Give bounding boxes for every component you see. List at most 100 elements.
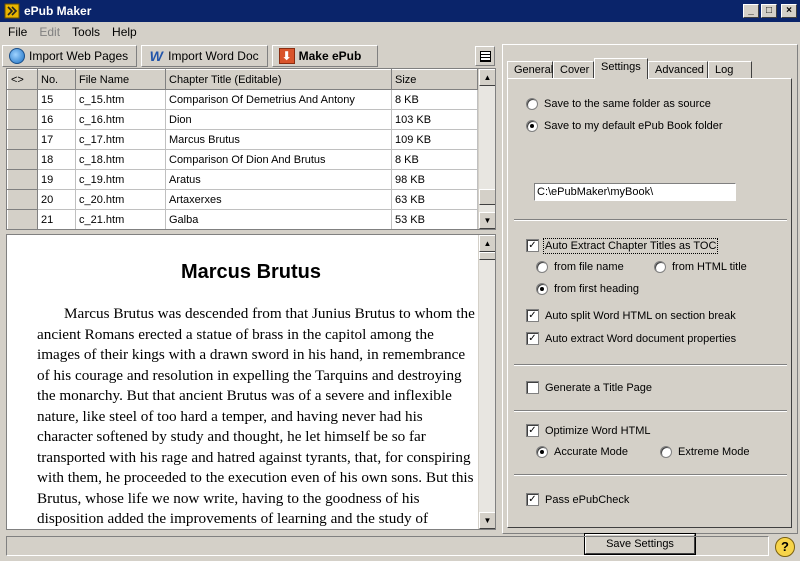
toggle-panel-button[interactable] (475, 46, 495, 66)
status-panel (6, 536, 769, 556)
checkbox-auto-split[interactable]: ✓ (526, 309, 539, 322)
auto-split-option[interactable]: ✓ Auto split Word HTML on section break (526, 309, 736, 322)
radio-extreme[interactable] (660, 446, 672, 458)
tab-log[interactable]: Log (708, 61, 752, 79)
menu-help[interactable]: Help (106, 25, 143, 39)
window-title: ePub Maker (24, 4, 92, 18)
radio-save-same[interactable] (526, 98, 538, 110)
cell-file: c_15.htm (75, 89, 166, 110)
table-row[interactable]: 20 c_20.htm Artaxerxes 63 KB (7, 189, 478, 210)
radio-from-html[interactable] (654, 261, 666, 273)
tab-general[interactable]: General (507, 61, 553, 79)
col-header-size[interactable]: Size (391, 69, 478, 90)
preview-scrollbar[interactable]: ▲ ▼ (478, 235, 495, 529)
cell-file: c_19.htm (75, 169, 166, 190)
optimize-word-html-option[interactable]: ✓ Optimize Word HTML (526, 424, 651, 437)
table-row[interactable]: 15 c_15.htm Comparison Of Demetrius And An… (7, 89, 478, 110)
menu-edit[interactable]: Edit (33, 25, 66, 39)
col-header-chapter-title[interactable]: Chapter Title (Editable) (165, 69, 392, 90)
cell-no: 18 (37, 149, 76, 170)
cell-title[interactable]: Comparison Of Dion And Brutus (165, 149, 392, 170)
auto-extract-toc-option[interactable]: ✓ Auto Extract Chapter Titles as TOC (526, 237, 719, 254)
col-header-no[interactable]: No. (37, 69, 76, 90)
save-same-folder-option[interactable]: Save to the same folder as source (526, 98, 711, 110)
import-web-label: Import Web Pages (29, 49, 129, 63)
checkbox-auto-extract[interactable]: ✓ (526, 239, 539, 252)
checkbox-epubcheck[interactable]: ✓ (526, 493, 539, 506)
from-first-heading-option[interactable]: from first heading (536, 283, 639, 295)
checkbox-optimize[interactable]: ✓ (526, 424, 539, 437)
cell-no: 17 (37, 129, 76, 150)
minimize-icon[interactable]: _ (743, 4, 759, 18)
row-indicator[interactable] (7, 189, 38, 210)
row-indicator[interactable] (7, 149, 38, 170)
import-word-label: Import Word Doc (168, 49, 259, 63)
accurate-mode-option[interactable]: Accurate Mode (536, 446, 628, 458)
radio-accurate[interactable] (536, 446, 548, 458)
table-row[interactable]: 16 c_16.htm Dion 103 KB (7, 109, 478, 130)
tab-cover[interactable]: Cover (553, 61, 594, 79)
preview-scroll-thumb[interactable] (479, 252, 495, 260)
cell-title[interactable]: Aratus (165, 169, 392, 190)
cell-no: 15 (37, 89, 76, 110)
help-icon[interactable]: ? (775, 537, 795, 557)
tab-advanced[interactable]: Advanced (648, 61, 708, 79)
cell-title[interactable]: Comparison Of Demetrius And Antony (165, 89, 392, 110)
scroll-up-icon[interactable]: ▲ (479, 235, 495, 252)
extreme-mode-option[interactable]: Extreme Mode (660, 446, 750, 458)
row-indicator[interactable] (7, 89, 38, 110)
row-indicator[interactable] (7, 129, 38, 150)
from-html-title-option[interactable]: from HTML title (654, 261, 747, 273)
radio-save-default[interactable] (526, 120, 538, 132)
chapter-preview: Marcus Brutus Marcus Brutus was descende… (6, 234, 496, 530)
settings-panel: General Cover Settings Advanced Log Save… (502, 44, 798, 554)
grid-scrollbar[interactable]: ▲ ▼ (478, 69, 495, 229)
grid-scroll-thumb[interactable] (479, 189, 495, 205)
preview-heading: Marcus Brutus (180, 261, 322, 283)
folder-path-input[interactable]: C:\ePubMaker\myBook\ (534, 183, 736, 201)
checkbox-auto-props[interactable]: ✓ (526, 332, 539, 345)
cell-size: 103 KB (391, 109, 478, 130)
cell-no: 19 (37, 169, 76, 190)
generate-title-page-option[interactable]: Generate a Title Page (526, 381, 652, 394)
cell-title[interactable]: Dion (165, 109, 392, 130)
maximize-icon[interactable]: □ (761, 4, 777, 18)
pass-epubcheck-option[interactable]: ✓ Pass ePubCheck (526, 493, 629, 506)
cell-size: 8 KB (391, 149, 478, 170)
cell-size: 63 KB (391, 189, 478, 210)
col-header-indicator[interactable]: <> (7, 69, 38, 90)
radio-from-heading[interactable] (536, 283, 548, 295)
radio-from-file[interactable] (536, 261, 548, 273)
cell-file: c_18.htm (75, 149, 166, 170)
menu-file[interactable]: File (2, 25, 33, 39)
tab-settings[interactable]: Settings (594, 58, 648, 79)
table-row[interactable]: 21 c_21.htm Galba 53 KB (7, 209, 478, 229)
row-indicator[interactable] (7, 109, 38, 130)
row-indicator[interactable] (7, 209, 38, 229)
col-header-file-name[interactable]: File Name (75, 69, 166, 90)
checkbox-title-page[interactable] (526, 381, 539, 394)
table-row[interactable]: 17 c_17.htm Marcus Brutus 109 KB (7, 129, 478, 150)
tab-strip: General Cover Settings Advanced Log (507, 58, 752, 79)
cell-no: 20 (37, 189, 76, 210)
cell-no: 16 (37, 109, 76, 130)
auto-extract-props-option[interactable]: ✓ Auto extract Word document properties (526, 332, 736, 345)
from-file-name-option[interactable]: from file name (536, 261, 624, 273)
row-indicator[interactable] (7, 169, 38, 190)
save-default-folder-option[interactable]: Save to my default ePub Book folder (526, 120, 723, 132)
import-web-pages-button[interactable]: Import Web Pages (2, 45, 138, 67)
cell-title[interactable]: Artaxerxes (165, 189, 392, 210)
scroll-down-icon[interactable]: ▼ (479, 512, 495, 529)
menu-tools[interactable]: Tools (66, 25, 106, 39)
import-word-doc-button[interactable]: W Import Word Doc (141, 45, 268, 67)
table-row[interactable]: 18 c_18.htm Comparison Of Dion And Brutus 8… (7, 149, 478, 170)
make-epub-button[interactable]: ⬇ Make ePub (271, 45, 379, 67)
table-row[interactable]: 19 c_19.htm Aratus 98 KB (7, 169, 478, 190)
cell-title[interactable]: Galba (165, 209, 392, 229)
scroll-up-icon[interactable]: ▲ (479, 69, 495, 86)
make-epub-label: Make ePub (298, 49, 362, 63)
cell-file: c_21.htm (75, 209, 166, 229)
cell-title[interactable]: Marcus Brutus (165, 129, 392, 150)
close-icon[interactable]: × (781, 4, 797, 18)
scroll-down-icon[interactable]: ▼ (479, 212, 495, 229)
